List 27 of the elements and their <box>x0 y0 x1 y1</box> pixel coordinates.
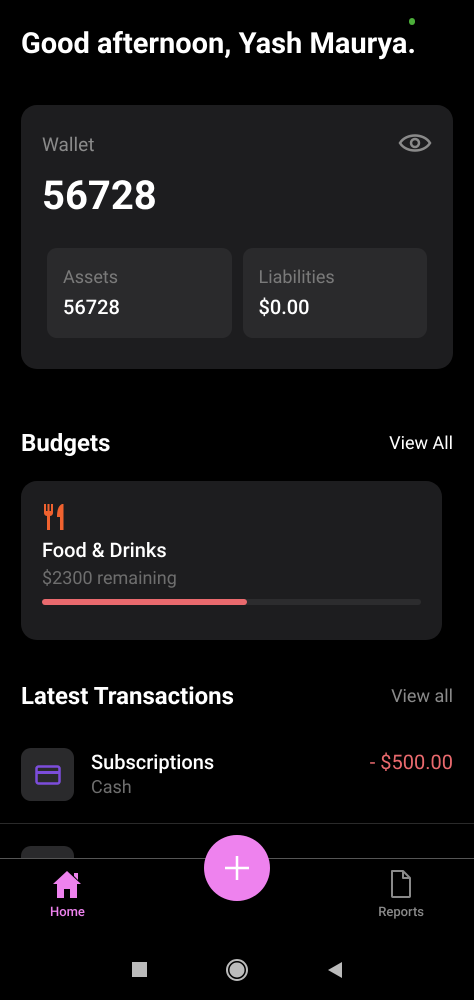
wallet-label: Wallet <box>42 132 94 158</box>
transaction-account: Cash <box>91 776 133 800</box>
summary-label: Assets <box>63 266 120 288</box>
budget-remaining: $2300 remaining <box>42 567 178 591</box>
nav-tab[interactable]: Home <box>50 869 85 922</box>
section-title: Budgets <box>21 428 110 459</box>
home-icon <box>51 869 84 899</box>
nav-tab[interactable]: Reports <box>378 869 424 922</box>
transaction-amount: - $500.00 <box>370 749 453 776</box>
summary-label: Liabilities <box>258 266 336 288</box>
budget-card[interactable]: Food & Drinks $2300 remaining <box>21 481 442 640</box>
plus-icon <box>224 855 250 881</box>
view-all-link[interactable]: View All <box>389 430 453 456</box>
camera-indicator-icon <box>409 18 415 25</box>
section-title: Latest Transactions <box>21 681 234 712</box>
summary-value: $0.00 <box>258 294 311 318</box>
wallet-balance: 56728 <box>42 172 158 220</box>
view-all-link[interactable]: View all <box>391 682 453 710</box>
home-circle-icon[interactable] <box>224 958 248 982</box>
transaction-title: Subscriptions <box>91 749 216 776</box>
back-icon[interactable] <box>326 961 342 979</box>
credit-card-icon <box>34 764 60 784</box>
recents-icon[interactable] <box>132 962 146 977</box>
budget-name: Food & Drinks <box>42 537 168 563</box>
greeting: Good afternoon, Yash Maurya. <box>21 27 417 61</box>
summary-value: 56728 <box>63 294 121 318</box>
document-icon <box>389 869 414 899</box>
